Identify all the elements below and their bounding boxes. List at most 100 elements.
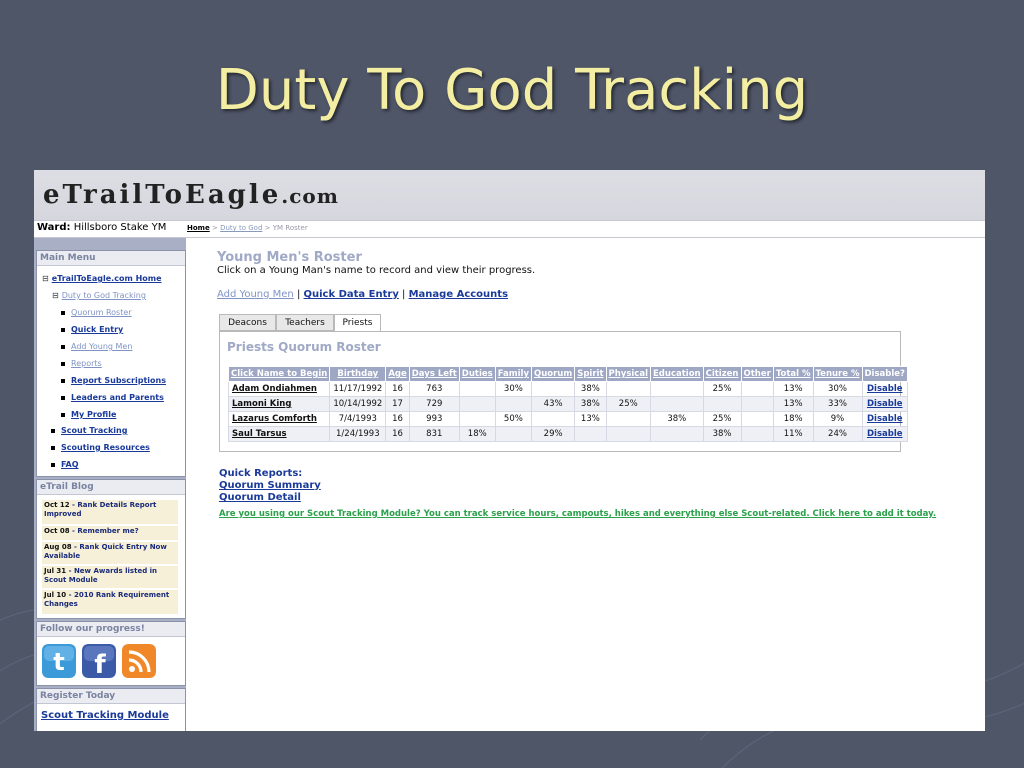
follow-panel: Follow our progress! t f — [36, 621, 186, 686]
column-header[interactable]: Other — [740, 366, 774, 382]
table-cell: 24% — [812, 426, 863, 442]
tab-priests[interactable]: Priests — [334, 314, 381, 332]
menu-item-label: Scout Tracking — [61, 426, 128, 435]
column-header[interactable]: Birthday — [329, 366, 387, 382]
disable-link[interactable]: Disable — [861, 396, 908, 412]
page-title: Young Men's Roster — [217, 250, 362, 265]
blog-item[interactable]: Jul 31 - New Awards listed in Scout Modu… — [42, 566, 178, 588]
blog-item[interactable]: Oct 12 - Rank Details Report Improved — [42, 500, 178, 524]
table-cell: 831 — [408, 426, 460, 442]
table-cell — [458, 396, 496, 412]
quick-reports-title: Quick Reports: — [219, 468, 303, 479]
page-subtitle: Click on a Young Man's name to record an… — [217, 265, 536, 276]
ward-value: Hillsboro Stake YM — [73, 222, 167, 233]
menu-item-home-label: eTrailToEagle.com Home — [51, 274, 162, 283]
blog-panel: eTrail Blog Oct 12 - Rank Details Report… — [36, 479, 186, 619]
bullet-icon — [61, 361, 65, 366]
table-cell — [740, 411, 774, 427]
add-young-men-link[interactable]: Add Young Men — [217, 289, 294, 300]
table-cell — [740, 396, 774, 412]
blog-item-date: Oct 12 — [44, 501, 70, 509]
breadcrumb-duty-to-god[interactable]: Duty to God — [220, 224, 262, 232]
menu-item-home[interactable]: ⊟ eTrailToEagle.com Home — [42, 274, 162, 283]
tab-deacons[interactable]: Deacons — [219, 314, 276, 331]
menu-item-reports[interactable]: Reports — [61, 359, 102, 368]
collapse-icon[interactable]: ⊟ — [42, 274, 49, 283]
site-logo[interactable]: eTrailToEagle.com — [43, 180, 339, 210]
table-cell: 25% — [702, 381, 742, 397]
blog-item[interactable]: Oct 08 - Remember me? — [42, 526, 178, 540]
bullet-icon — [61, 412, 65, 417]
menu-item-label: Reports — [71, 359, 102, 368]
menu-item-duty-to-god[interactable]: ⊟ Duty to God Tracking — [52, 291, 146, 300]
disable-link[interactable]: Disable — [861, 426, 908, 442]
blog-item[interactable]: Jul 10 - 2010 Rank Requirement Changes — [42, 590, 178, 614]
menu-item-quorum-roster[interactable]: Quorum Roster — [61, 308, 132, 317]
menu-item-scouting-resources[interactable]: Scouting Resources — [51, 443, 150, 452]
bullet-icon — [61, 327, 65, 332]
column-header[interactable]: Quorum — [530, 366, 576, 382]
young-man-name-link[interactable]: Lazarus Comforth — [227, 411, 331, 427]
tab-teachers[interactable]: Teachers — [276, 314, 334, 331]
column-header[interactable]: Family — [494, 366, 533, 382]
breadcrumb-separator: > — [264, 224, 271, 232]
scout-module-promo-link[interactable]: Are you using our Scout Tracking Module?… — [219, 509, 936, 519]
bullet-icon — [51, 445, 55, 450]
table-cell: 13% — [772, 396, 814, 412]
site-header: eTrailToEagle.com — [34, 170, 985, 220]
table-row: Lazarus Comforth 7/4/1993 16 993 50% 13%… — [227, 411, 908, 427]
column-header[interactable]: Spirit — [574, 366, 607, 382]
menu-item-label: Report Subscriptions — [71, 376, 166, 385]
column-header[interactable]: Citizen — [702, 366, 742, 382]
table-cell: 993 — [408, 411, 460, 427]
twitter-icon[interactable]: t — [42, 644, 76, 678]
collapse-icon[interactable]: ⊟ — [52, 291, 59, 300]
menu-item-scout-tracking[interactable]: Scout Tracking — [51, 426, 127, 435]
table-cell — [494, 396, 533, 412]
manage-accounts-link[interactable]: Manage Accounts — [409, 289, 508, 300]
table-cell — [702, 396, 742, 412]
column-header[interactable]: Education — [650, 366, 704, 382]
blog-item-date: Aug 08 — [44, 543, 72, 551]
disable-link[interactable]: Disable — [861, 381, 908, 397]
bullet-icon — [51, 462, 55, 467]
young-man-name-link[interactable]: Lamoni King — [227, 396, 331, 412]
menu-item-faq[interactable]: FAQ — [51, 460, 79, 469]
quorum-summary-link[interactable]: Quorum Summary — [219, 480, 321, 492]
young-man-name-link[interactable]: Saul Tarsus — [227, 426, 331, 442]
menu-item-add-young-men[interactable]: Add Young Men — [61, 342, 132, 351]
column-header[interactable]: Physical — [605, 366, 652, 382]
column-header[interactable]: Age — [385, 366, 410, 382]
scout-tracking-module-link[interactable]: Scout Tracking Module — [41, 710, 169, 721]
column-header[interactable]: Click Name to Begin — [227, 366, 331, 382]
menu-item-leaders-parents[interactable]: Leaders and Parents — [61, 393, 164, 402]
blog-item-date: Oct 08 — [44, 527, 70, 535]
menu-item-report-subscriptions[interactable]: Report Subscriptions — [61, 376, 166, 385]
column-header[interactable]: Duties — [458, 366, 496, 382]
rss-icon[interactable] — [122, 644, 156, 678]
table-cell — [740, 426, 774, 442]
column-header[interactable]: Tenure % — [812, 366, 863, 382]
disable-link[interactable]: Disable — [861, 411, 908, 427]
breadcrumb-home[interactable]: Home — [187, 224, 210, 232]
blog-item[interactable]: Aug 08 - Rank Quick Entry Now Available — [42, 542, 178, 564]
table-cell: 763 — [408, 381, 460, 397]
menu-item-my-profile[interactable]: My Profile — [61, 410, 116, 419]
table-cell: 25% — [702, 411, 742, 427]
svg-text:t: t — [53, 648, 64, 676]
facebook-icon[interactable]: f — [82, 644, 116, 678]
quorum-detail-link[interactable]: Quorum Detail — [219, 492, 321, 504]
menu-item-label: FAQ — [61, 460, 79, 469]
table-header-row: Click Name to Begin Birthday Age Days Le… — [227, 366, 908, 382]
table-row: Adam Ondiahmen 11/17/1992 16 763 30% 38%… — [227, 381, 908, 397]
column-header: Disable? — [861, 366, 908, 382]
quick-data-entry-link[interactable]: Quick Data Entry — [304, 289, 399, 300]
menu-item-label: Add Young Men — [71, 342, 133, 351]
column-header[interactable]: Days Left — [408, 366, 460, 382]
table-cell: 1/24/1993 — [329, 426, 387, 442]
menu-item-quick-entry[interactable]: Quick Entry — [61, 325, 123, 334]
table-cell: 16 — [385, 411, 410, 427]
young-man-name-link[interactable]: Adam Ondiahmen — [227, 381, 331, 397]
bullet-icon — [61, 344, 65, 349]
column-header[interactable]: Total % — [772, 366, 814, 382]
